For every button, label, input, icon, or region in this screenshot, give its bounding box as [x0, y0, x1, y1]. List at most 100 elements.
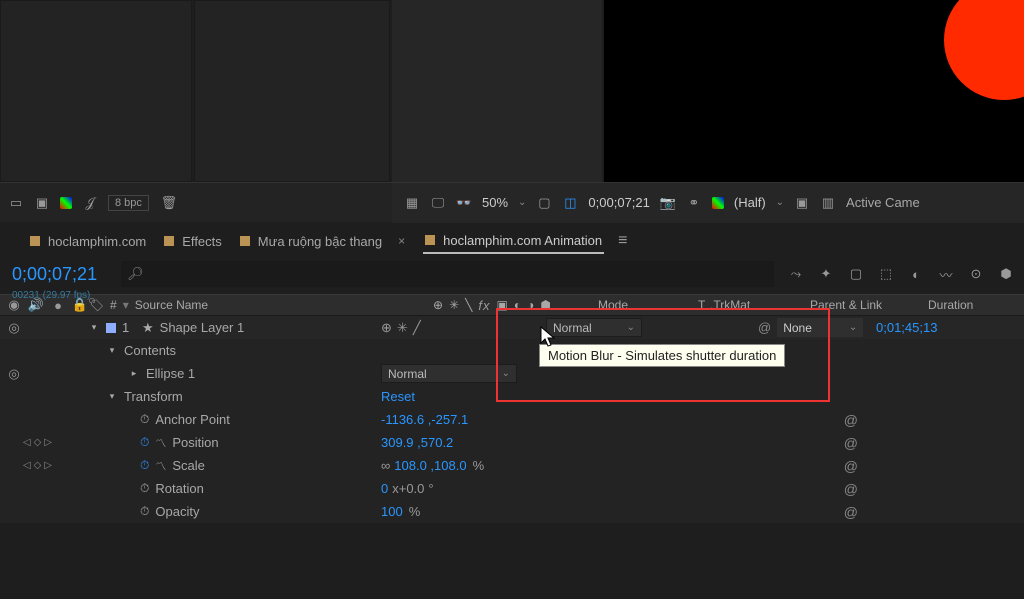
col-parent[interactable]: Parent & Link	[810, 298, 882, 312]
quality-switch[interactable]: ╱	[413, 320, 421, 336]
label-header-icon[interactable]: 🏷	[88, 297, 104, 313]
chevron-down-icon[interactable]: ⌄	[518, 197, 526, 208]
transparency-grid-icon[interactable]: ▢	[536, 195, 552, 211]
cube-icon[interactable]: ⬢	[998, 266, 1014, 282]
render-icon[interactable]: ⊙	[968, 266, 984, 282]
prev-key-icon[interactable]: ◁	[23, 460, 31, 471]
roi-icon[interactable]: ◫	[562, 195, 578, 211]
graph-editor-icon[interactable]: 〰	[938, 266, 954, 282]
col-source-name[interactable]: Source Name	[135, 298, 208, 312]
prop-value[interactable]: 100	[381, 504, 403, 519]
timeline-search[interactable]: 🔎︎	[121, 261, 774, 287]
prop-row-rotation[interactable]: ⏱ Rotation 0 x+0.0 ° @	[0, 477, 1024, 500]
eye-icon[interactable]: ◎	[6, 320, 22, 336]
group-row-transform[interactable]: ▾ Transform Reset	[0, 385, 1024, 408]
pickwhip-icon[interactable]: @	[758, 320, 771, 335]
channel-icon[interactable]	[712, 197, 724, 209]
group-row-ellipse[interactable]: ◎ ▸ Ellipse 1 Normal ⌄	[0, 362, 1024, 385]
expression-pickwhip-icon[interactable]: @	[844, 435, 858, 451]
composition-viewer[interactable]	[604, 0, 1024, 182]
brush-icon[interactable]: 𝒥	[82, 195, 98, 211]
tab-comp-4-active[interactable]: hoclamphim.com Animation	[423, 229, 604, 254]
snapshot-icon[interactable]: 📷	[660, 195, 676, 211]
shy-switch[interactable]: ⊕	[381, 320, 392, 336]
twirl-right-icon[interactable]: ▸	[128, 368, 140, 379]
zoom-value[interactable]: 50%	[482, 195, 508, 210]
prop-value[interactable]: 309.9 ,570.2	[381, 435, 453, 450]
col-duration[interactable]: Duration	[928, 298, 973, 312]
chevron-down-icon[interactable]: ⌄	[776, 197, 784, 208]
constrain-icon[interactable]: ∞	[381, 458, 390, 473]
group-row-contents[interactable]: ▾ Contents	[0, 339, 1024, 362]
col-mode[interactable]: Mode	[598, 298, 628, 312]
prop-value[interactable]: -1136.6 ,-257.1	[381, 412, 468, 427]
stopwatch-icon[interactable]: ⏱	[140, 504, 149, 519]
stopwatch-icon[interactable]: ⏱	[140, 458, 149, 473]
stopwatch-icon[interactable]: ⏱	[140, 412, 149, 427]
layer-color-swatch[interactable]	[106, 323, 116, 333]
next-key-icon[interactable]: ▷	[44, 437, 52, 448]
prev-key-icon[interactable]: ◁	[23, 437, 31, 448]
parent-dropdown[interactable]: None ⌄	[777, 318, 863, 337]
timeline-timecode[interactable]: 0;00;07;21	[12, 264, 97, 285]
prop-row-scale[interactable]: ◁ ◇ ▷ ⏱ 〽 Scale ∞ 108.0 ,108.0 % @	[0, 454, 1024, 477]
prop-row-opacity[interactable]: ⏱ Opacity 100 % @	[0, 500, 1024, 523]
reset-link[interactable]: Reset	[381, 389, 415, 404]
mode-dropdown[interactable]: Normal ⌄	[546, 318, 642, 337]
prop-row-position[interactable]: ◁ ◇ ▷ ⏱ 〽 Position 309.9 ,570.2 @	[0, 431, 1024, 454]
tab-comp-2[interactable]: Effects	[162, 230, 224, 253]
layer-row[interactable]: ◎ ▾ 1 ★ Shape Layer 1 ⊕ ✳ ╱ Normal ⌄ @ N…	[0, 316, 1024, 339]
prop-value-b[interactable]: x+0.0	[392, 481, 424, 496]
frame-blend-icon[interactable]: ⬚	[878, 266, 894, 282]
comp-icon	[164, 236, 174, 246]
color-label-icon[interactable]	[60, 197, 72, 209]
camera-dropdown[interactable]: Active Came	[846, 195, 920, 210]
prop-value-a[interactable]: 0	[381, 481, 388, 496]
shybtn-icon[interactable]: ▢	[848, 266, 864, 282]
comp-mini-flowchart-icon[interactable]: ⤳	[788, 266, 804, 282]
key-diamond-icon[interactable]: ◇	[34, 437, 42, 448]
fast-preview-icon[interactable]: ▣	[794, 195, 810, 211]
collapse-switch[interactable]: ✳	[397, 320, 408, 336]
tooltip: Motion Blur - Simulates shutter duration	[539, 344, 785, 367]
tab-comp-1[interactable]: hoclamphim.com	[28, 230, 148, 253]
bpc-display[interactable]: 8 bpc	[108, 195, 149, 211]
draft3d-icon[interactable]: ✦	[818, 266, 834, 282]
resolution-dropdown[interactable]: (Half)	[734, 195, 766, 210]
key-diamond-icon[interactable]: ◇	[34, 460, 42, 471]
expression-pickwhip-icon[interactable]: @	[844, 458, 858, 474]
prop-value[interactable]: 108.0 ,108.0	[394, 458, 466, 473]
stopwatch-icon[interactable]: ⏱	[140, 481, 149, 496]
eye-icon[interactable]: ◎	[6, 366, 22, 382]
expression-pickwhip-icon[interactable]: @	[844, 481, 858, 497]
expression-pickwhip-icon[interactable]: @	[844, 412, 858, 428]
ellipse-mode-dropdown[interactable]: Normal ⌄	[381, 364, 517, 383]
twirl-down-icon[interactable]: ▾	[106, 345, 118, 356]
interpret-icon[interactable]: ▭	[8, 195, 24, 211]
expression-pickwhip-icon[interactable]: @	[844, 504, 858, 520]
next-key-icon[interactable]: ▷	[44, 460, 52, 471]
col-t[interactable]: T	[698, 298, 705, 312]
monitor-icon[interactable]: 🖵	[430, 195, 446, 211]
timeline-icon[interactable]: ▥	[820, 195, 836, 211]
trash-icon[interactable]: 🗑	[161, 195, 177, 211]
graph-icon[interactable]: 〽	[155, 458, 166, 474]
preview-time[interactable]: 0;00;07;21	[588, 195, 649, 210]
prop-row-anchor[interactable]: ⏱ Anchor Point -1136.6 ,-257.1 @	[0, 408, 1024, 431]
upper-panels	[0, 0, 1024, 182]
col-hash[interactable]: #	[110, 298, 117, 312]
close-tab-icon[interactable]: ×	[398, 234, 409, 248]
twirl-down-icon[interactable]: ▾	[106, 391, 118, 402]
tab-comp-3[interactable]: Mưa ruộng bậc thang	[238, 230, 384, 253]
panel-menu-icon[interactable]: ≡	[618, 232, 627, 250]
grid-icon[interactable]: ▦	[404, 195, 420, 211]
stopwatch-icon[interactable]: ⏱	[140, 435, 149, 450]
folder-icon[interactable]: ▣	[34, 195, 50, 211]
motion-blur-comp-icon[interactable]: ◐	[908, 266, 924, 282]
show-snapshot-icon[interactable]: ⚭	[686, 195, 702, 211]
twirl-down-icon[interactable]: ▾	[88, 322, 100, 333]
mask-icon[interactable]: 👓	[456, 195, 472, 211]
graph-icon[interactable]: 〽	[155, 435, 166, 451]
col-trkmat[interactable]: .TrkMat	[710, 298, 750, 312]
composition-tabs: hoclamphim.com Effects Mưa ruộng bậc tha…	[0, 222, 1024, 254]
